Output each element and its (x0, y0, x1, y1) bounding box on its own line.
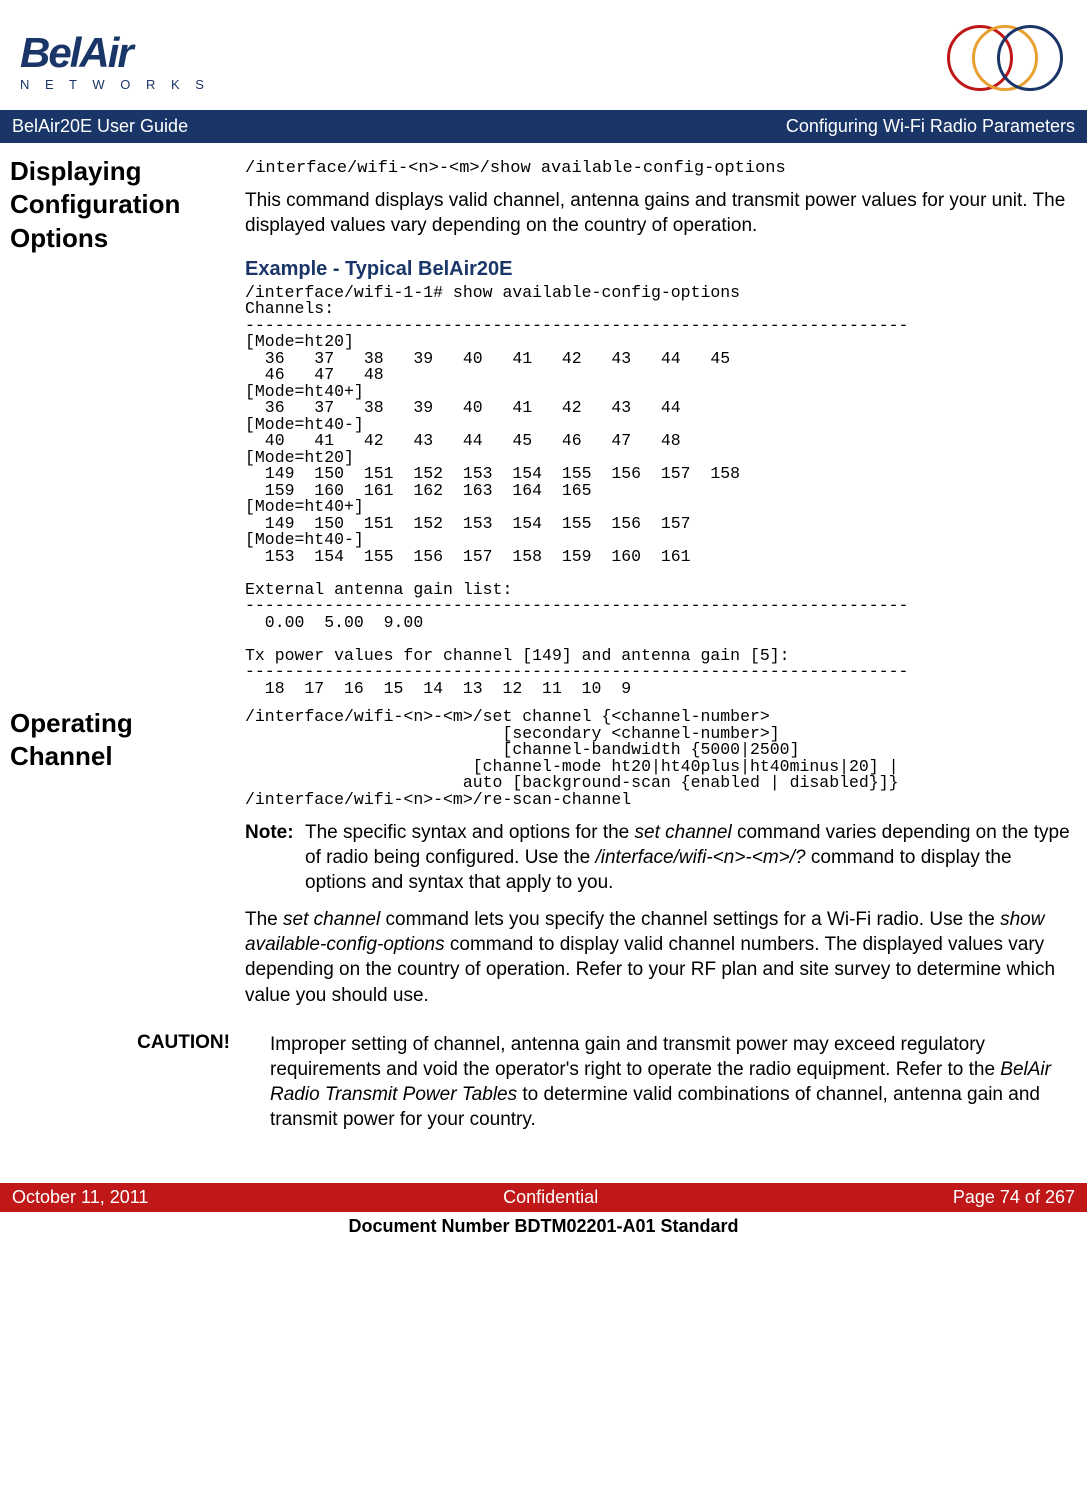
brand-subtitle: N E T W O R K S (20, 77, 210, 92)
note-row: Note: The specific syntax and options fo… (245, 820, 1077, 895)
caution-row: CAUTION! Improper setting of channel, an… (10, 1032, 1077, 1132)
example-output: /interface/wifi-1-1# show available-conf… (245, 285, 1077, 698)
displaying-paragraph: This command displays valid channel, ant… (245, 188, 1077, 238)
footer-bar: October 11, 2011 Confidential Page 74 of… (0, 1183, 1087, 1212)
note-text: The specific syntax and options for the … (305, 820, 1077, 895)
operating-paragraph: The set channel command lets you specify… (245, 907, 1077, 1007)
caution-label: CAUTION! (10, 1032, 270, 1132)
note-label: Note: (245, 820, 305, 895)
doc-title: BelAir20E User Guide (12, 116, 188, 137)
brand-name: BelAir (20, 29, 210, 77)
rings-logo (947, 20, 1067, 100)
footer-date: October 11, 2011 (12, 1187, 148, 1208)
section-operating: Operating Channel /interface/wifi-<n>-<m… (10, 707, 1077, 1018)
cmd-ref-setchannel-2: set channel (283, 909, 380, 930)
title-bar: BelAir20E User Guide Configuring Wi-Fi R… (0, 110, 1087, 143)
section-title-displaying: Displaying Configuration Options (10, 155, 245, 699)
command-show-options: /interface/wifi-<n>-<m>/show available-c… (245, 159, 1077, 178)
command-set-channel: /interface/wifi-<n>-<m>/set channel {<ch… (245, 709, 1077, 808)
section-body-displaying: /interface/wifi-<n>-<m>/show available-c… (245, 155, 1077, 699)
brand-logo: BelAir N E T W O R K S (20, 29, 210, 92)
example-header: Example - Typical BelAir20E (245, 256, 1077, 282)
footer-page: Page 74 of 267 (953, 1187, 1075, 1208)
section-displaying: Displaying Configuration Options /interf… (10, 155, 1077, 699)
chapter-title: Configuring Wi-Fi Radio Parameters (786, 116, 1075, 137)
cmd-ref-interface: /interface/wifi-<n>-<m>/? (595, 847, 805, 868)
footer-doc-number: Document Number BDTM02201-A01 Standard (0, 1212, 1087, 1249)
header-logos: BelAir N E T W O R K S (0, 0, 1087, 110)
section-body-operating: /interface/wifi-<n>-<m>/set channel {<ch… (245, 707, 1077, 1018)
section-title-operating: Operating Channel (10, 707, 245, 1018)
cmd-ref-setchannel: set channel (635, 822, 732, 843)
footer-center: Confidential (503, 1187, 598, 1208)
content: Displaying Configuration Options /interf… (0, 143, 1087, 1158)
caution-text: Improper setting of channel, antenna gai… (270, 1032, 1077, 1132)
